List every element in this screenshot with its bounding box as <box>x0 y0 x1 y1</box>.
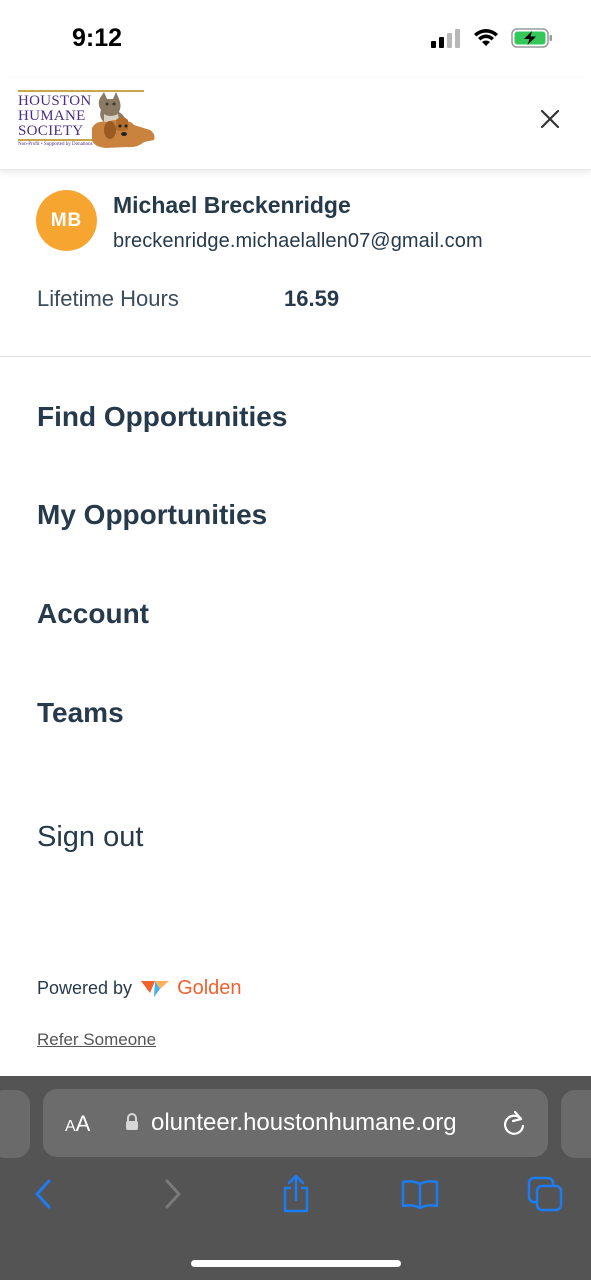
divider <box>0 356 591 357</box>
golden-logo-icon <box>141 980 170 997</box>
aa-big: A <box>75 1111 91 1136</box>
logo-rule-bottom <box>18 139 96 141</box>
cat-and-dog-icon <box>92 92 155 148</box>
logo-tagline: Non-Profit • Supported by Donations <box>18 142 93 147</box>
reader-text-size-button[interactable]: AA <box>65 1111 90 1137</box>
browser-toolbar: AA olunteer.houstonhumane.org <box>0 1076 591 1280</box>
wifi-icon <box>473 28 499 53</box>
reload-button[interactable] <box>501 1109 527 1142</box>
aa-small: A <box>65 1118 76 1135</box>
bookmarks-button[interactable] <box>400 1174 440 1214</box>
battery-charging-icon <box>511 28 553 53</box>
signal-icon <box>431 28 461 53</box>
tabs-icon <box>527 1176 563 1212</box>
share-icon <box>283 1174 309 1213</box>
header: HOUSTON HUMANE SOCIETY Non-Profit • Supp… <box>0 78 591 170</box>
golden-brand-label: Golden <box>177 977 242 999</box>
menu-item-my-opportunities[interactable]: My Opportunities <box>37 499 267 531</box>
powered-by: Powered by Golden <box>37 977 242 1000</box>
logo-line-1: HOUSTON <box>18 93 92 109</box>
address-bar[interactable]: AA olunteer.houstonhumane.org <box>43 1089 548 1157</box>
user-name: Michael Breckenridge <box>113 192 351 218</box>
status-bar: 9:12 <box>0 0 591 78</box>
refer-someone-link[interactable]: Refer Someone <box>37 1030 156 1050</box>
close-button[interactable] <box>533 102 567 136</box>
logo-line-3: SOCIETY <box>18 123 84 139</box>
houston-humane-society-logo[interactable]: HOUSTON HUMANE SOCIETY Non-Profit • Supp… <box>18 90 158 152</box>
back-button[interactable] <box>24 1174 64 1214</box>
previous-tab-preview[interactable] <box>0 1090 30 1158</box>
golden-brand-link[interactable]: Golden <box>140 977 242 1000</box>
url-text: olunteer.houstonhumane.org <box>151 1109 457 1136</box>
avatar: MB <box>36 190 97 251</box>
user-email: breckenridge.michaelallen07@gmail.com <box>113 230 483 252</box>
next-tab-preview[interactable] <box>561 1090 591 1158</box>
lifetime-hours-value: 16.59 <box>284 286 340 311</box>
tabs-button[interactable] <box>525 1174 565 1214</box>
bookmarks-icon <box>401 1180 439 1210</box>
back-icon <box>35 1179 51 1209</box>
sign-out-link[interactable]: Sign out <box>37 821 143 854</box>
share-button[interactable] <box>276 1174 316 1214</box>
menu-item-account[interactable]: Account <box>37 598 149 630</box>
status-time: 9:12 <box>72 24 123 52</box>
powered-by-label: Powered by <box>37 978 133 998</box>
menu-item-teams[interactable]: Teams <box>37 697 124 729</box>
status-icons <box>431 28 553 53</box>
lifetime-hours-label: Lifetime Hours <box>37 286 179 311</box>
forward-button[interactable] <box>152 1174 192 1214</box>
logo-text: HOUSTON HUMANE SOCIETY <box>18 94 92 139</box>
reload-icon <box>503 1110 525 1135</box>
forward-icon <box>165 1179 181 1209</box>
logo-line-2: HUMANE <box>18 108 86 124</box>
menu-item-find-opportunities[interactable]: Find Opportunities <box>37 401 287 433</box>
close-icon <box>540 109 560 129</box>
lock-icon <box>126 1113 138 1130</box>
home-indicator[interactable] <box>191 1260 401 1267</box>
